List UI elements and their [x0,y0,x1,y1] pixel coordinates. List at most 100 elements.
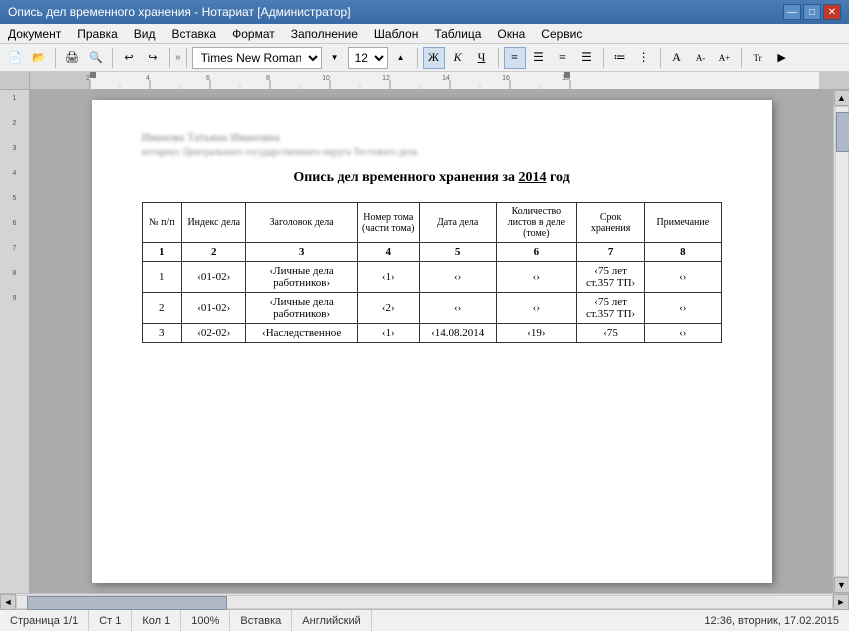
font-size-inc-button[interactable]: A+ [714,47,736,69]
font-dropdown-button[interactable]: ▼ [324,47,346,69]
maximize-button[interactable]: □ [803,4,821,20]
h-scroll-track[interactable] [16,595,833,609]
arrows-icon: » [175,52,181,63]
svg-text:6: 6 [206,75,210,82]
minimize-button[interactable]: — [783,4,801,20]
separator-1 [55,48,56,68]
close-button[interactable]: ✕ [823,4,841,20]
menu-template[interactable]: Шаблон [366,25,426,43]
col-header-sheets: Количество листов в деле (томе) [496,203,576,243]
separator-3 [169,48,170,68]
left-ruler-numbers: 1 2 3 4 5 6 7 8 9 [13,90,17,302]
menu-insert[interactable]: Вставка [164,25,225,43]
table-row: 2 ‹01-02› ‹Личные дела работников› ‹2› ‹… [142,293,721,324]
window-controls: — □ ✕ [783,4,841,20]
menu-fill[interactable]: Заполнение [283,25,366,43]
font-size-up-button[interactable]: ▲ [390,47,412,69]
doc-header: Иванова Татьяна Ивановна нотариус Центра… [142,130,722,158]
menu-table[interactable]: Таблица [426,25,489,43]
bold-button[interactable]: Ж [423,47,445,69]
menu-service[interactable]: Сервис [533,25,590,43]
table-row: 3 ‹02-02› ‹Наследственное ‹1› ‹14.08.201… [142,324,721,343]
left-sidebar: 1 2 3 4 5 6 7 8 9 [0,90,30,593]
extra-button[interactable]: Tr [747,47,769,69]
status-zoom: 100% [181,610,230,631]
col-header-tomno: Номер тома (части тома) [357,203,419,243]
font-color-button[interactable]: A [666,47,688,69]
document-page: Иванова Татьяна Ивановна нотариус Центра… [92,100,772,583]
scroll-thumb[interactable] [836,112,849,152]
table-header-row: № п/п Индекс дела Заголовок дела Номер т… [142,203,721,243]
scroll-track[interactable] [835,106,849,577]
separator-8 [660,48,661,68]
blurred-desc: нотариус Центрального государственного о… [142,147,722,158]
col-header-storage: Срок хранения [577,203,645,243]
vertical-scrollbar[interactable]: ▲ ▼ [833,90,849,593]
status-bar: Страница 1/1 Ст 1 Кол 1 100% Вставка Анг… [0,609,849,631]
col-header-index: Индекс дела [182,203,246,243]
svg-text:12: 12 [382,75,390,82]
numbered-list-button[interactable]: ⋮ [633,47,655,69]
status-st: Ст 1 [89,610,132,631]
title-bar: Опись дел временного хранения - Нотариат… [0,0,849,24]
separator-9 [741,48,742,68]
preview-button[interactable]: 🔍 [85,47,107,69]
separator-7 [603,48,604,68]
align-left-button[interactable]: ≡ [504,47,526,69]
status-lang: Английский [292,610,372,631]
open-button[interactable]: 📂 [28,47,50,69]
font-size-dec-button[interactable]: A- [690,47,712,69]
separator-2 [112,48,113,68]
ruler: 2 4 6 8 10 12 14 1 [0,72,849,90]
status-page: Страница 1/1 [0,610,89,631]
more-options-button[interactable]: ▶ [771,47,793,69]
ruler-track: 2 4 6 8 10 12 14 1 [30,72,849,89]
scroll-right-button[interactable]: ► [833,594,849,610]
align-right-button[interactable]: ≡ [552,47,574,69]
font-selector[interactable]: Times New Roman [192,47,322,69]
scroll-down-button[interactable]: ▼ [834,577,849,593]
status-col: Кол 1 [132,610,181,631]
menu-edit[interactable]: Правка [69,25,126,43]
separator-4 [186,48,187,68]
scroll-up-button[interactable]: ▲ [834,90,849,106]
year-value: 2014 [518,170,546,185]
font-size-selector[interactable]: 12 [348,47,388,69]
h-scroll-thumb[interactable] [27,596,227,610]
svg-text:16: 16 [502,75,510,82]
col-header-date: Дата дела [419,203,496,243]
separator-6 [498,48,499,68]
italic-button[interactable]: К [447,47,469,69]
horizontal-scrollbar[interactable]: ◄ ► [0,593,849,609]
menu-format[interactable]: Формат [224,25,283,43]
redo-button[interactable]: ↪ [142,47,164,69]
separator-5 [417,48,418,68]
print-button[interactable]: 🖨 [61,47,83,69]
svg-text:14: 14 [442,75,450,82]
svg-text:10: 10 [322,75,330,82]
svg-text:8: 8 [266,75,270,82]
col-header-title: Заголовок дела [246,203,357,243]
menu-bar: Документ Правка Вид Вставка Формат Запол… [0,24,849,44]
menu-document[interactable]: Документ [0,25,69,43]
col-header-notes: Примечание [645,203,721,243]
ruler-left-margin [0,72,30,89]
scroll-left-button[interactable]: ◄ [0,594,16,610]
main-area: 1 2 3 4 5 6 7 8 9 Иванова Татьяна Иванов… [0,90,849,593]
svg-text:2: 2 [86,75,90,82]
table-numbers-row: 1 2 3 4 5 6 7 8 [142,243,721,262]
underline-button[interactable]: Ч [471,47,493,69]
window-title: Опись дел временного хранения - Нотариат… [8,5,351,19]
new-doc-button[interactable]: 📄 [4,47,26,69]
menu-view[interactable]: Вид [126,25,164,43]
table-row: 1 ‹01-02› ‹Личные дела работников› ‹1› ‹… [142,262,721,293]
align-justify-button[interactable]: ☰ [576,47,598,69]
undo-button[interactable]: ↩ [118,47,140,69]
page-area[interactable]: Иванова Татьяна Ивановна нотариус Центра… [30,90,833,593]
list-button[interactable]: ≔ [609,47,631,69]
status-time: 12:36, вторник, 17.02.2015 [694,615,849,627]
document-title: Опись дел временного хранения за 2014 го… [142,170,722,186]
menu-windows[interactable]: Окна [489,25,533,43]
align-center-button[interactable]: ☰ [528,47,550,69]
status-mode: Вставка [230,610,292,631]
